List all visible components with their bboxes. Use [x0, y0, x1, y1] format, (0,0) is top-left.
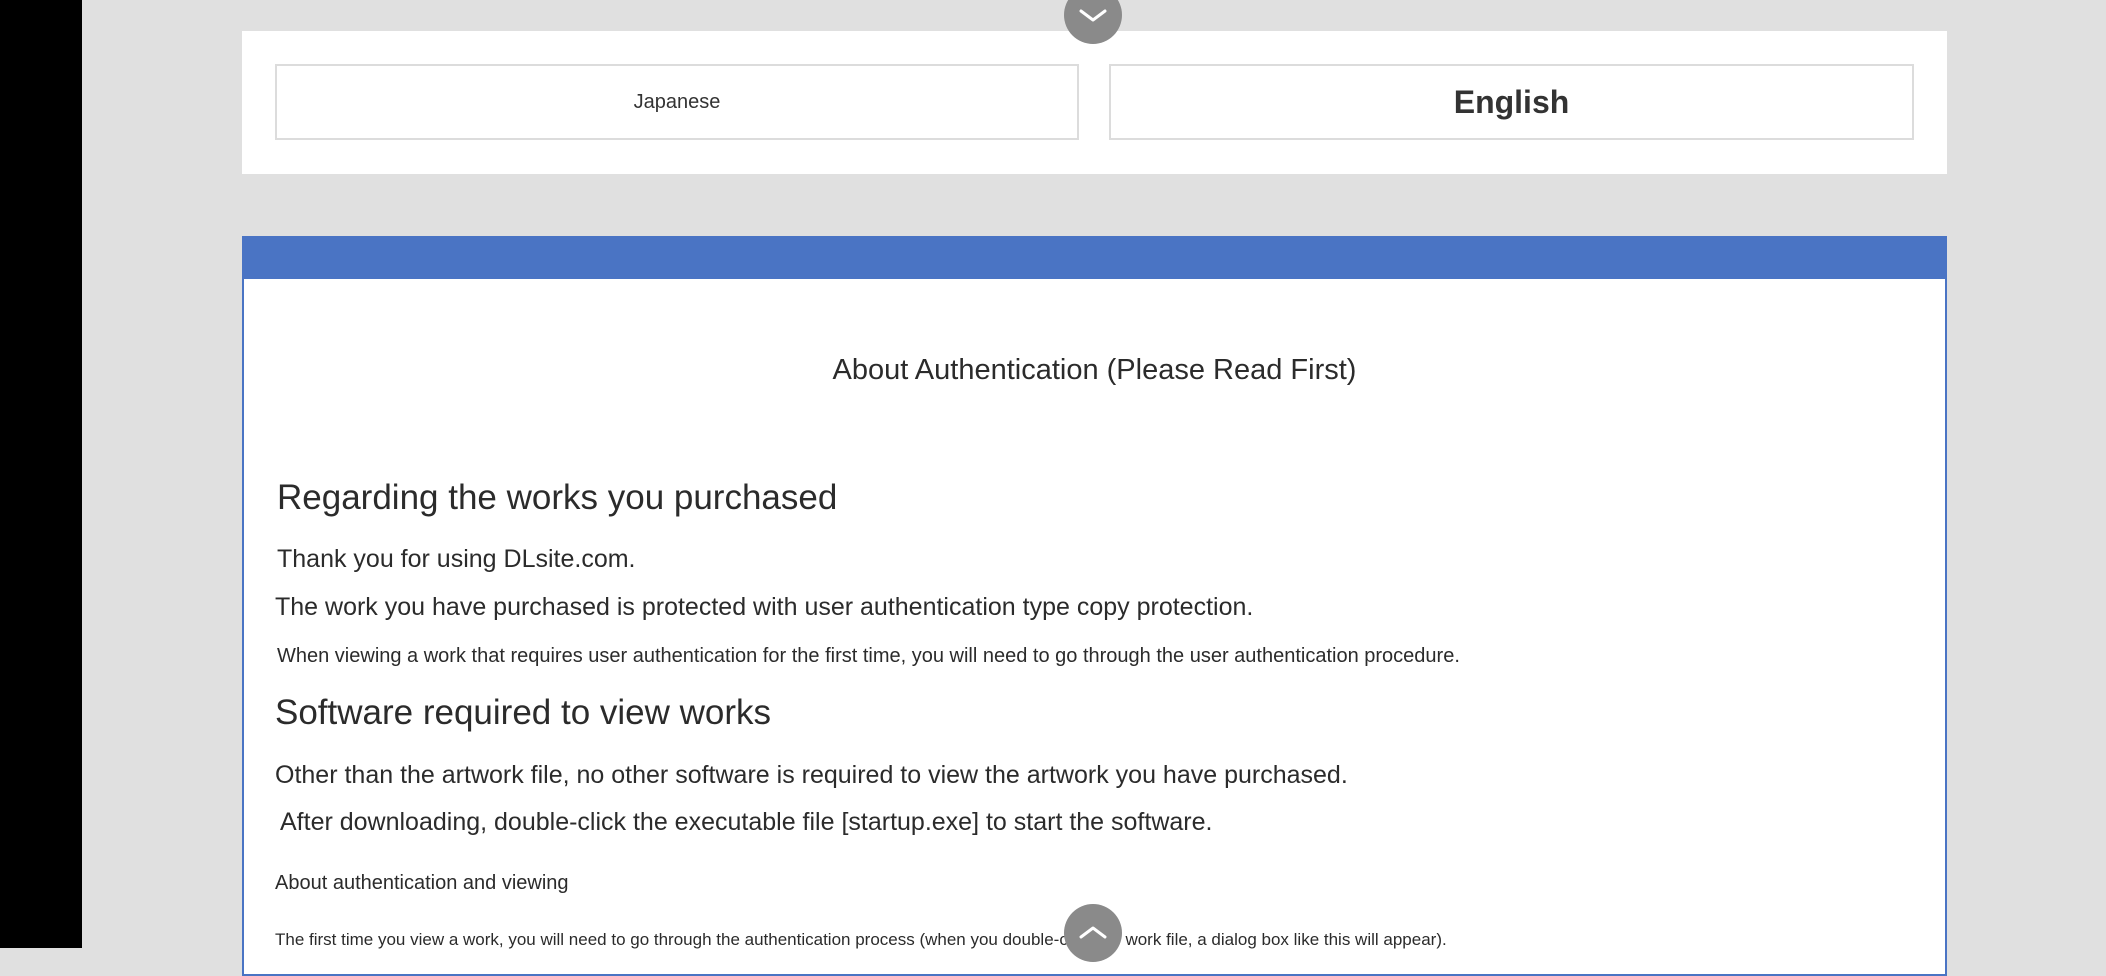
japanese-language-label: Japanese [633, 90, 721, 113]
thank-you-text: Thank you for using DLsite.com. [277, 545, 636, 573]
authentication-procedure-text: When viewing a work that requires user a… [277, 645, 1460, 667]
expand-toggle-button[interactable] [1064, 904, 1122, 962]
chevron-down-icon [1079, 9, 1107, 22]
english-language-button[interactable]: English [1109, 64, 1914, 140]
english-language-label: English [1453, 83, 1570, 120]
section-heading-purchased-works: Regarding the works you purchased [277, 478, 838, 517]
section-heading-software: Software required to view works [275, 693, 772, 732]
section-heading-authentication-viewing: About authentication and viewing [275, 872, 569, 894]
chevron-up-icon [1079, 926, 1107, 939]
protection-text: The work you have purchased is protected… [275, 593, 1254, 621]
authentication-document: About Authentication (Please Read First)… [242, 236, 1947, 976]
left-edge-bar [0, 0, 82, 948]
software-requirement-text: Other than the artwork file, no other so… [275, 761, 1348, 789]
first-view-authentication-text: The first time you view a work, you will… [275, 930, 1447, 949]
document-title: About Authentication (Please Read First) [832, 354, 1357, 386]
document-header-bar [244, 238, 1945, 279]
startup-instruction-text: After downloading, double-click the exec… [280, 808, 1213, 836]
language-selector-panel: Japanese English [242, 31, 1947, 174]
japanese-language-button[interactable]: Japanese [275, 64, 1079, 140]
